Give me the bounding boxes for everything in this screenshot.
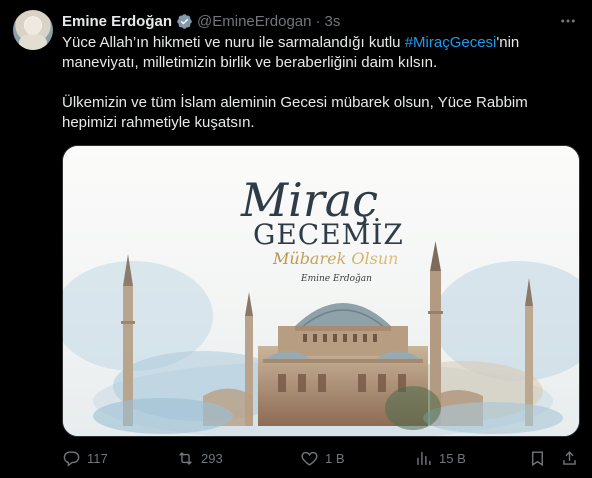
bookmark-button[interactable] bbox=[528, 446, 553, 470]
artwork-signature: Emine Erdoğan bbox=[300, 273, 372, 284]
avatar-figure-body bbox=[19, 34, 47, 50]
like-button[interactable]: 1 B bbox=[300, 446, 345, 470]
tweet-header: Emine Erdoğan @EmineErdogan · 3s bbox=[62, 11, 340, 31]
artwork-title-caps: GECEMİZ bbox=[253, 218, 404, 251]
tweet-timestamp[interactable]: 3s bbox=[325, 13, 341, 30]
share-button[interactable] bbox=[560, 446, 585, 470]
author-handle[interactable]: @EmineErdogan bbox=[197, 13, 311, 30]
more-options-icon[interactable] bbox=[558, 11, 578, 31]
tweet-actions: 117 293 1 B 15 B bbox=[62, 446, 582, 470]
artwork-subtitle: Mübarek Olsun bbox=[272, 249, 398, 268]
views-count: 15 B bbox=[439, 450, 466, 466]
tweet-text: Yüce Allah’ın hikmeti ve nuru ile sarmal… bbox=[62, 33, 582, 133]
repost-button[interactable]: 293 bbox=[176, 446, 223, 470]
mirac-artwork: Miraç GECEMİZ Mübarek Olsun Emine Erdoğa… bbox=[63, 146, 579, 436]
avatar[interactable] bbox=[13, 10, 53, 50]
views-button[interactable]: 15 B bbox=[414, 446, 466, 470]
views-chart-icon bbox=[417, 451, 431, 465]
tweet-paragraph-1: Yüce Allah’ın hikmeti ve nuru ile sarmal… bbox=[62, 33, 582, 73]
avatar-figure-head bbox=[25, 17, 41, 35]
verified-badge-icon[interactable] bbox=[176, 13, 193, 30]
separator-dot: · bbox=[315, 12, 321, 30]
tweet-text-segment: Yüce Allah’ın hikmeti ve nuru ile sarmal… bbox=[62, 34, 405, 51]
repost-count: 293 bbox=[201, 450, 223, 466]
hashtag-link[interactable]: #MiraçGecesi bbox=[405, 34, 497, 51]
bookmark-icon bbox=[532, 450, 543, 466]
reply-button[interactable]: 117 bbox=[62, 446, 108, 470]
share-icon bbox=[563, 450, 576, 465]
repost-icon bbox=[179, 451, 192, 465]
reply-count: 117 bbox=[87, 450, 108, 466]
tweet[interactable]: Emine Erdoğan @EmineErdogan · 3s Yüce Al… bbox=[0, 0, 592, 478]
tweet-paragraph-2: Ülkemizin ve tüm İslam aleminin Gecesi m… bbox=[62, 94, 528, 131]
tweet-image[interactable]: Miraç GECEMİZ Mübarek Olsun Emine Erdoğa… bbox=[62, 145, 580, 437]
heart-icon bbox=[301, 451, 318, 466]
like-count: 1 B bbox=[325, 450, 345, 466]
author-name[interactable]: Emine Erdoğan bbox=[62, 13, 172, 30]
reply-icon bbox=[63, 450, 80, 467]
